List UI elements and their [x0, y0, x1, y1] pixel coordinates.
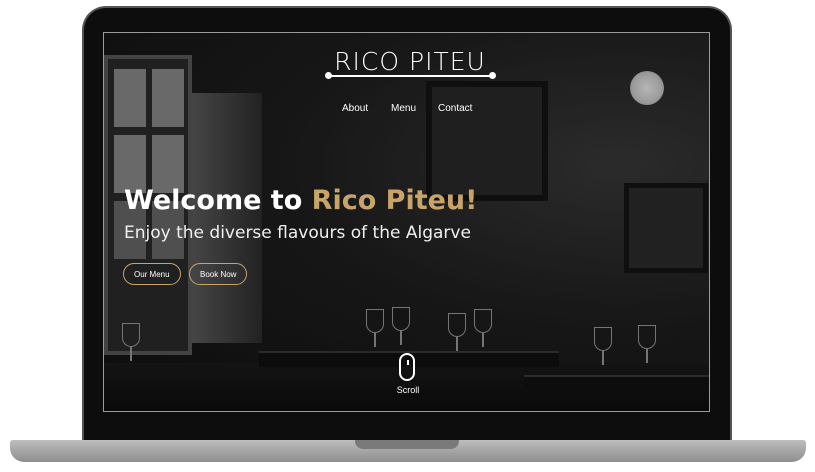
scroll-label[interactable]: Scroll — [386, 385, 430, 395]
hero-title-prefix: Welcome to — [124, 185, 312, 216]
nav-link-menu[interactable]: Menu — [391, 103, 416, 114]
laptop-screen: RICO PITEU About Menu Contact Welcome to… — [103, 32, 710, 412]
nav-link-contact[interactable]: Contact — [438, 103, 472, 114]
hero-title-accent: Rico Piteu! — [311, 185, 478, 216]
laptop-notch — [355, 440, 459, 449]
hero-title: Welcome to Rico Piteu! — [124, 185, 477, 216]
hero-subtitle: Enjoy the diverse flavours of the Algarv… — [124, 223, 471, 243]
main-nav: About Menu Contact — [104, 103, 709, 121]
mouse-scroll-icon[interactable] — [399, 353, 415, 381]
brand-underline — [328, 75, 493, 77]
nav-link-about[interactable]: About — [342, 103, 368, 114]
mouse-wheel — [407, 360, 409, 365]
book-now-button[interactable]: Book Now — [189, 263, 248, 285]
brand-dot-right — [489, 72, 496, 79]
our-menu-button[interactable]: Our Menu — [123, 263, 181, 285]
brand-logo[interactable]: RICO PITEU — [330, 47, 490, 76]
brand-dot-left — [325, 72, 332, 79]
